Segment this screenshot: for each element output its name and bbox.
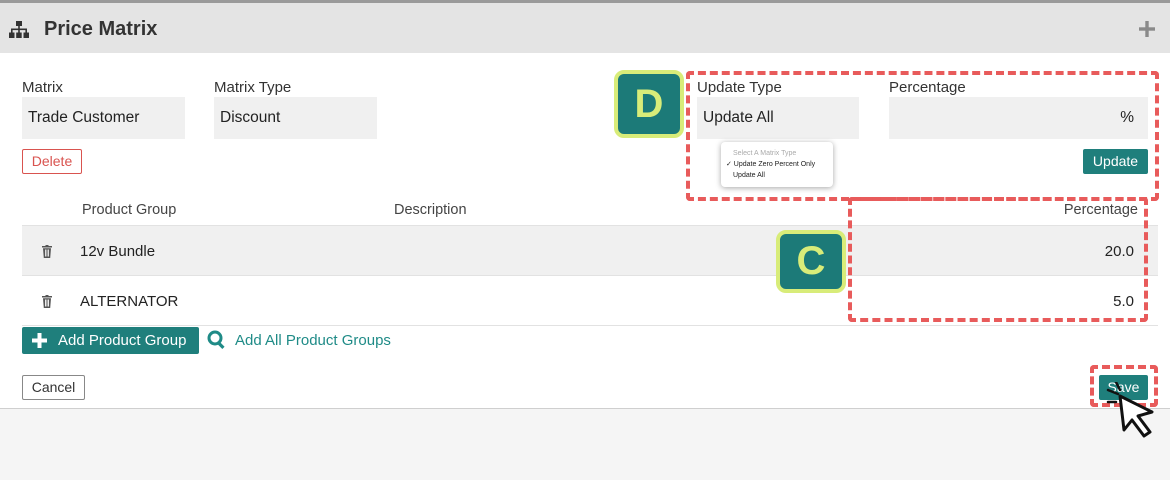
sitemap-icon: [9, 21, 29, 38]
column-header-product-group: Product Group: [82, 202, 177, 218]
highlight-box-percentage-column: [848, 197, 1148, 322]
product-group-cell: 12v Bundle: [80, 243, 156, 260]
matrix-field[interactable]: Trade Customer: [22, 97, 185, 139]
highlight-box-update-type: [686, 71, 1159, 201]
trash-icon[interactable]: [42, 245, 52, 258]
column-header-description: Description: [394, 202, 467, 218]
panel-header: Price Matrix: [0, 3, 1170, 53]
annotation-badge-d: D: [614, 70, 684, 138]
matrix-label: Matrix: [22, 79, 63, 96]
cursor-icon: [1106, 382, 1154, 438]
search-icon[interactable]: [207, 330, 227, 350]
add-product-group-button[interactable]: Add Product Group: [22, 327, 199, 354]
page-title: Price Matrix: [44, 18, 158, 40]
matrix-type-label: Matrix Type: [214, 79, 292, 96]
add-all-product-groups-link[interactable]: Add All Product Groups: [235, 332, 391, 349]
trash-icon[interactable]: [42, 295, 52, 308]
product-group-cell: ALTERNATOR: [80, 293, 179, 310]
plus-icon: [32, 333, 47, 348]
delete-button[interactable]: Delete: [22, 149, 82, 174]
plus-icon[interactable]: [1139, 21, 1155, 37]
matrix-type-field[interactable]: Discount: [214, 97, 377, 139]
table-divider: [22, 325, 1158, 326]
annotation-badge-c: C: [776, 230, 846, 293]
cancel-button[interactable]: Cancel: [22, 375, 85, 400]
add-product-group-label: Add Product Group: [58, 332, 187, 349]
